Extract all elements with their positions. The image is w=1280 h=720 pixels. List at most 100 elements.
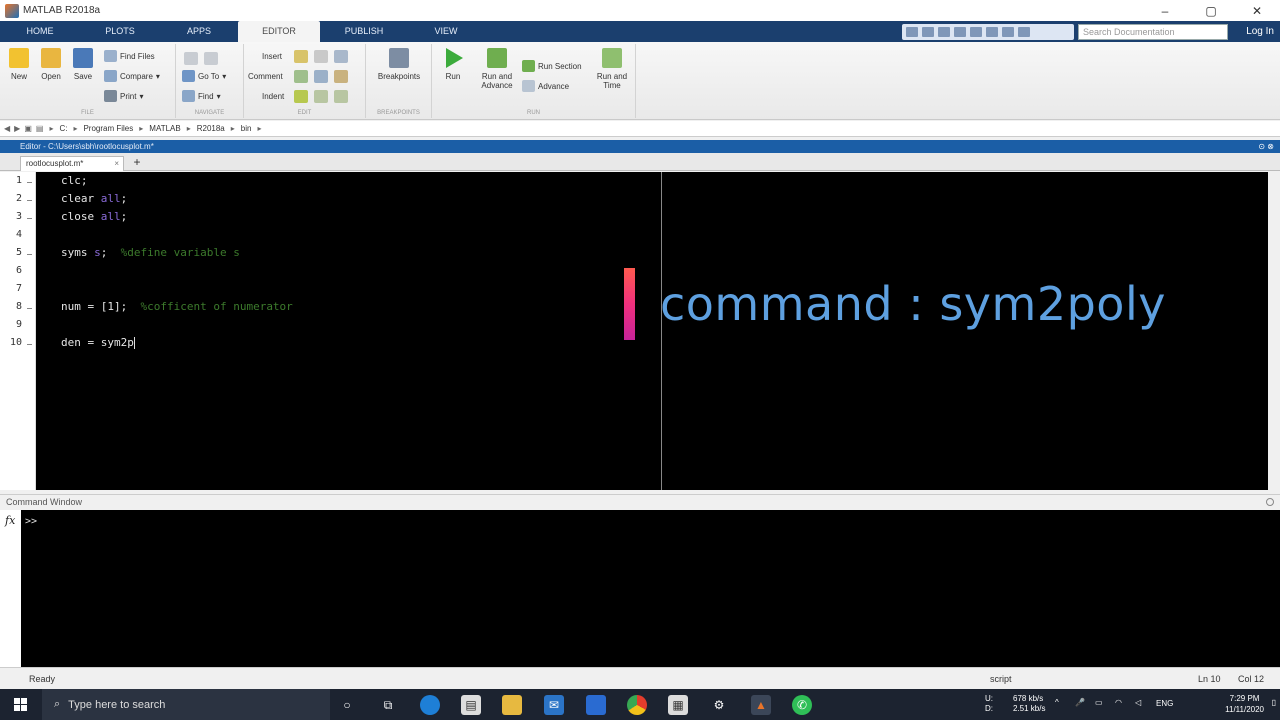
windows-start-icon[interactable] xyxy=(14,698,27,711)
breakpoint-marker[interactable] xyxy=(27,218,32,219)
store-icon[interactable]: ▤ xyxy=(461,695,481,715)
edge-browser-icon[interactable] xyxy=(420,695,440,715)
app-icon[interactable]: ▦ xyxy=(668,695,688,715)
undo-icon[interactable] xyxy=(970,27,982,37)
breadcrumb-program-files[interactable]: Program Files xyxy=(83,124,133,133)
uncomment-icon[interactable] xyxy=(314,70,328,83)
maximize-button[interactable]: ▢ xyxy=(1188,0,1234,21)
tab-publish[interactable]: PUBLISH xyxy=(320,21,408,42)
chrome-icon[interactable] xyxy=(627,695,647,715)
minimize-button[interactable]: – xyxy=(1142,0,1188,21)
find-button[interactable]: Find ▾ xyxy=(182,88,221,104)
breakpoint-marker[interactable] xyxy=(27,254,32,255)
language-indicator[interactable]: ENG xyxy=(1156,699,1173,708)
run-section-button[interactable]: Run Section xyxy=(522,58,582,74)
search-documentation-input[interactable]: Search Documentation xyxy=(1078,24,1228,40)
command-window[interactable]: >> xyxy=(21,510,1280,667)
forward-arrow-icon[interactable]: ▶ xyxy=(14,124,20,133)
code-line[interactable]: den = sym2p xyxy=(61,336,135,349)
print-button[interactable]: Print ▾ xyxy=(104,88,143,104)
tab-apps[interactable]: APPS xyxy=(160,21,238,42)
code-line[interactable]: clc; xyxy=(61,174,88,187)
wifi-icon[interactable]: ◠ xyxy=(1115,698,1122,707)
browse-folder-icon[interactable]: ▤ xyxy=(36,124,44,133)
cut-icon[interactable] xyxy=(922,27,934,37)
insert-section-icon[interactable] xyxy=(294,50,308,63)
function-browser-icon[interactable]: fx xyxy=(5,514,15,527)
breakpoint-marker[interactable] xyxy=(27,344,32,345)
settings-icon[interactable]: ⚙ xyxy=(709,695,729,715)
breakpoint-marker[interactable] xyxy=(27,308,32,309)
breakpoint-marker[interactable] xyxy=(27,200,32,201)
tab-view[interactable]: VIEW xyxy=(408,21,484,42)
help-icon[interactable] xyxy=(1018,27,1030,37)
insert-menu-icon[interactable] xyxy=(334,50,348,63)
run-advance-button[interactable]: Run and Advance xyxy=(474,48,520,90)
tab-home[interactable]: HOME xyxy=(0,21,80,42)
breakpoints-button[interactable]: Breakpoints xyxy=(370,48,428,81)
goto-button[interactable]: Go To ▾ xyxy=(182,68,226,84)
new-button[interactable]: New xyxy=(4,48,34,81)
wrap-comments-icon[interactable] xyxy=(334,70,348,83)
back-icon[interactable] xyxy=(184,52,198,65)
breadcrumb-drive[interactable]: C: xyxy=(59,124,67,133)
chevron-up-icon[interactable]: ^ xyxy=(1055,698,1059,707)
advance-button[interactable]: Advance xyxy=(522,78,569,94)
open-button[interactable]: Open xyxy=(36,48,66,81)
notifications-icon[interactable]: ▯ xyxy=(1272,698,1276,707)
code-line[interactable]: syms s; %define variable s xyxy=(61,246,240,259)
new-tab-button[interactable]: + xyxy=(130,156,144,170)
breadcrumb-matlab[interactable]: MATLAB xyxy=(149,124,180,133)
redo-icon[interactable] xyxy=(986,27,998,37)
breadcrumb-r2018a[interactable]: R2018a xyxy=(197,124,225,133)
copy-icon[interactable] xyxy=(938,27,950,37)
run-time-button[interactable]: Run and Time xyxy=(592,48,632,90)
decrease-indent-icon[interactable] xyxy=(334,90,348,103)
code-line[interactable]: close all; xyxy=(61,210,127,223)
indent-button[interactable]: Indent xyxy=(262,88,284,104)
command-window-options-icon[interactable] xyxy=(1266,498,1274,506)
file-tab-rootlocusplot[interactable]: rootlocusplot.m* × xyxy=(20,156,124,171)
save-button[interactable]: Save xyxy=(68,48,98,81)
edit-group-label: EDIT xyxy=(297,110,312,116)
editor-window-buttons[interactable]: ⊙ ⊗ xyxy=(1258,140,1274,153)
comment-icon[interactable] xyxy=(294,70,308,83)
save-icon[interactable] xyxy=(906,27,918,37)
fx-icon[interactable] xyxy=(314,50,328,63)
clock[interactable]: 7:29 PM 11/11/2020 xyxy=(1225,693,1264,715)
back-arrow-icon[interactable]: ◀ xyxy=(4,124,10,133)
taskbar-search-box[interactable]: ⌕ Type here to search xyxy=(42,689,330,720)
code-line[interactable]: num = [1]; %cofficent of numerator xyxy=(61,300,293,313)
close-tab-icon[interactable]: × xyxy=(114,157,119,171)
breadcrumb-bin[interactable]: bin xyxy=(241,124,252,133)
find-files-button[interactable]: Find Files xyxy=(104,48,155,64)
file-explorer-icon[interactable] xyxy=(502,695,522,715)
forward-icon[interactable] xyxy=(204,52,218,65)
microphone-icon[interactable]: 🎤 xyxy=(1075,698,1085,707)
code-editor[interactable]: command : sym2poly clc; clear all; close a… xyxy=(36,172,1268,490)
close-button[interactable]: ✕ xyxy=(1234,0,1280,21)
word-icon[interactable] xyxy=(586,695,606,715)
switch-windows-icon[interactable] xyxy=(1002,27,1014,37)
battery-icon[interactable]: ▭ xyxy=(1095,698,1103,707)
increase-indent-icon[interactable] xyxy=(314,90,328,103)
comment-button[interactable]: Comment xyxy=(248,68,283,84)
login-link[interactable]: Log In xyxy=(1246,21,1274,42)
code-line[interactable]: clear all; xyxy=(61,192,127,205)
paste-icon[interactable] xyxy=(954,27,966,37)
volume-icon[interactable]: ◁ xyxy=(1135,698,1141,707)
cortana-icon[interactable]: ○ xyxy=(337,695,357,715)
compare-button[interactable]: Compare ▾ xyxy=(104,68,160,84)
breakpoint-marker[interactable] xyxy=(27,182,32,183)
whatsapp-icon[interactable]: ✆ xyxy=(792,695,812,715)
up-folder-icon[interactable]: ▣ xyxy=(24,124,32,133)
task-view-icon[interactable]: ⧉ xyxy=(378,695,398,715)
matlab-taskbar-icon[interactable]: ▲ xyxy=(751,695,771,715)
mail-icon[interactable]: ✉ xyxy=(544,695,564,715)
run-button[interactable]: Run xyxy=(438,48,468,81)
insert-button[interactable]: Insert xyxy=(262,48,282,64)
smart-indent-icon[interactable] xyxy=(294,90,308,103)
editor-scrollbar[interactable] xyxy=(1268,172,1280,490)
tab-editor[interactable]: EDITOR xyxy=(238,21,320,42)
tab-plots[interactable]: PLOTS xyxy=(80,21,160,42)
